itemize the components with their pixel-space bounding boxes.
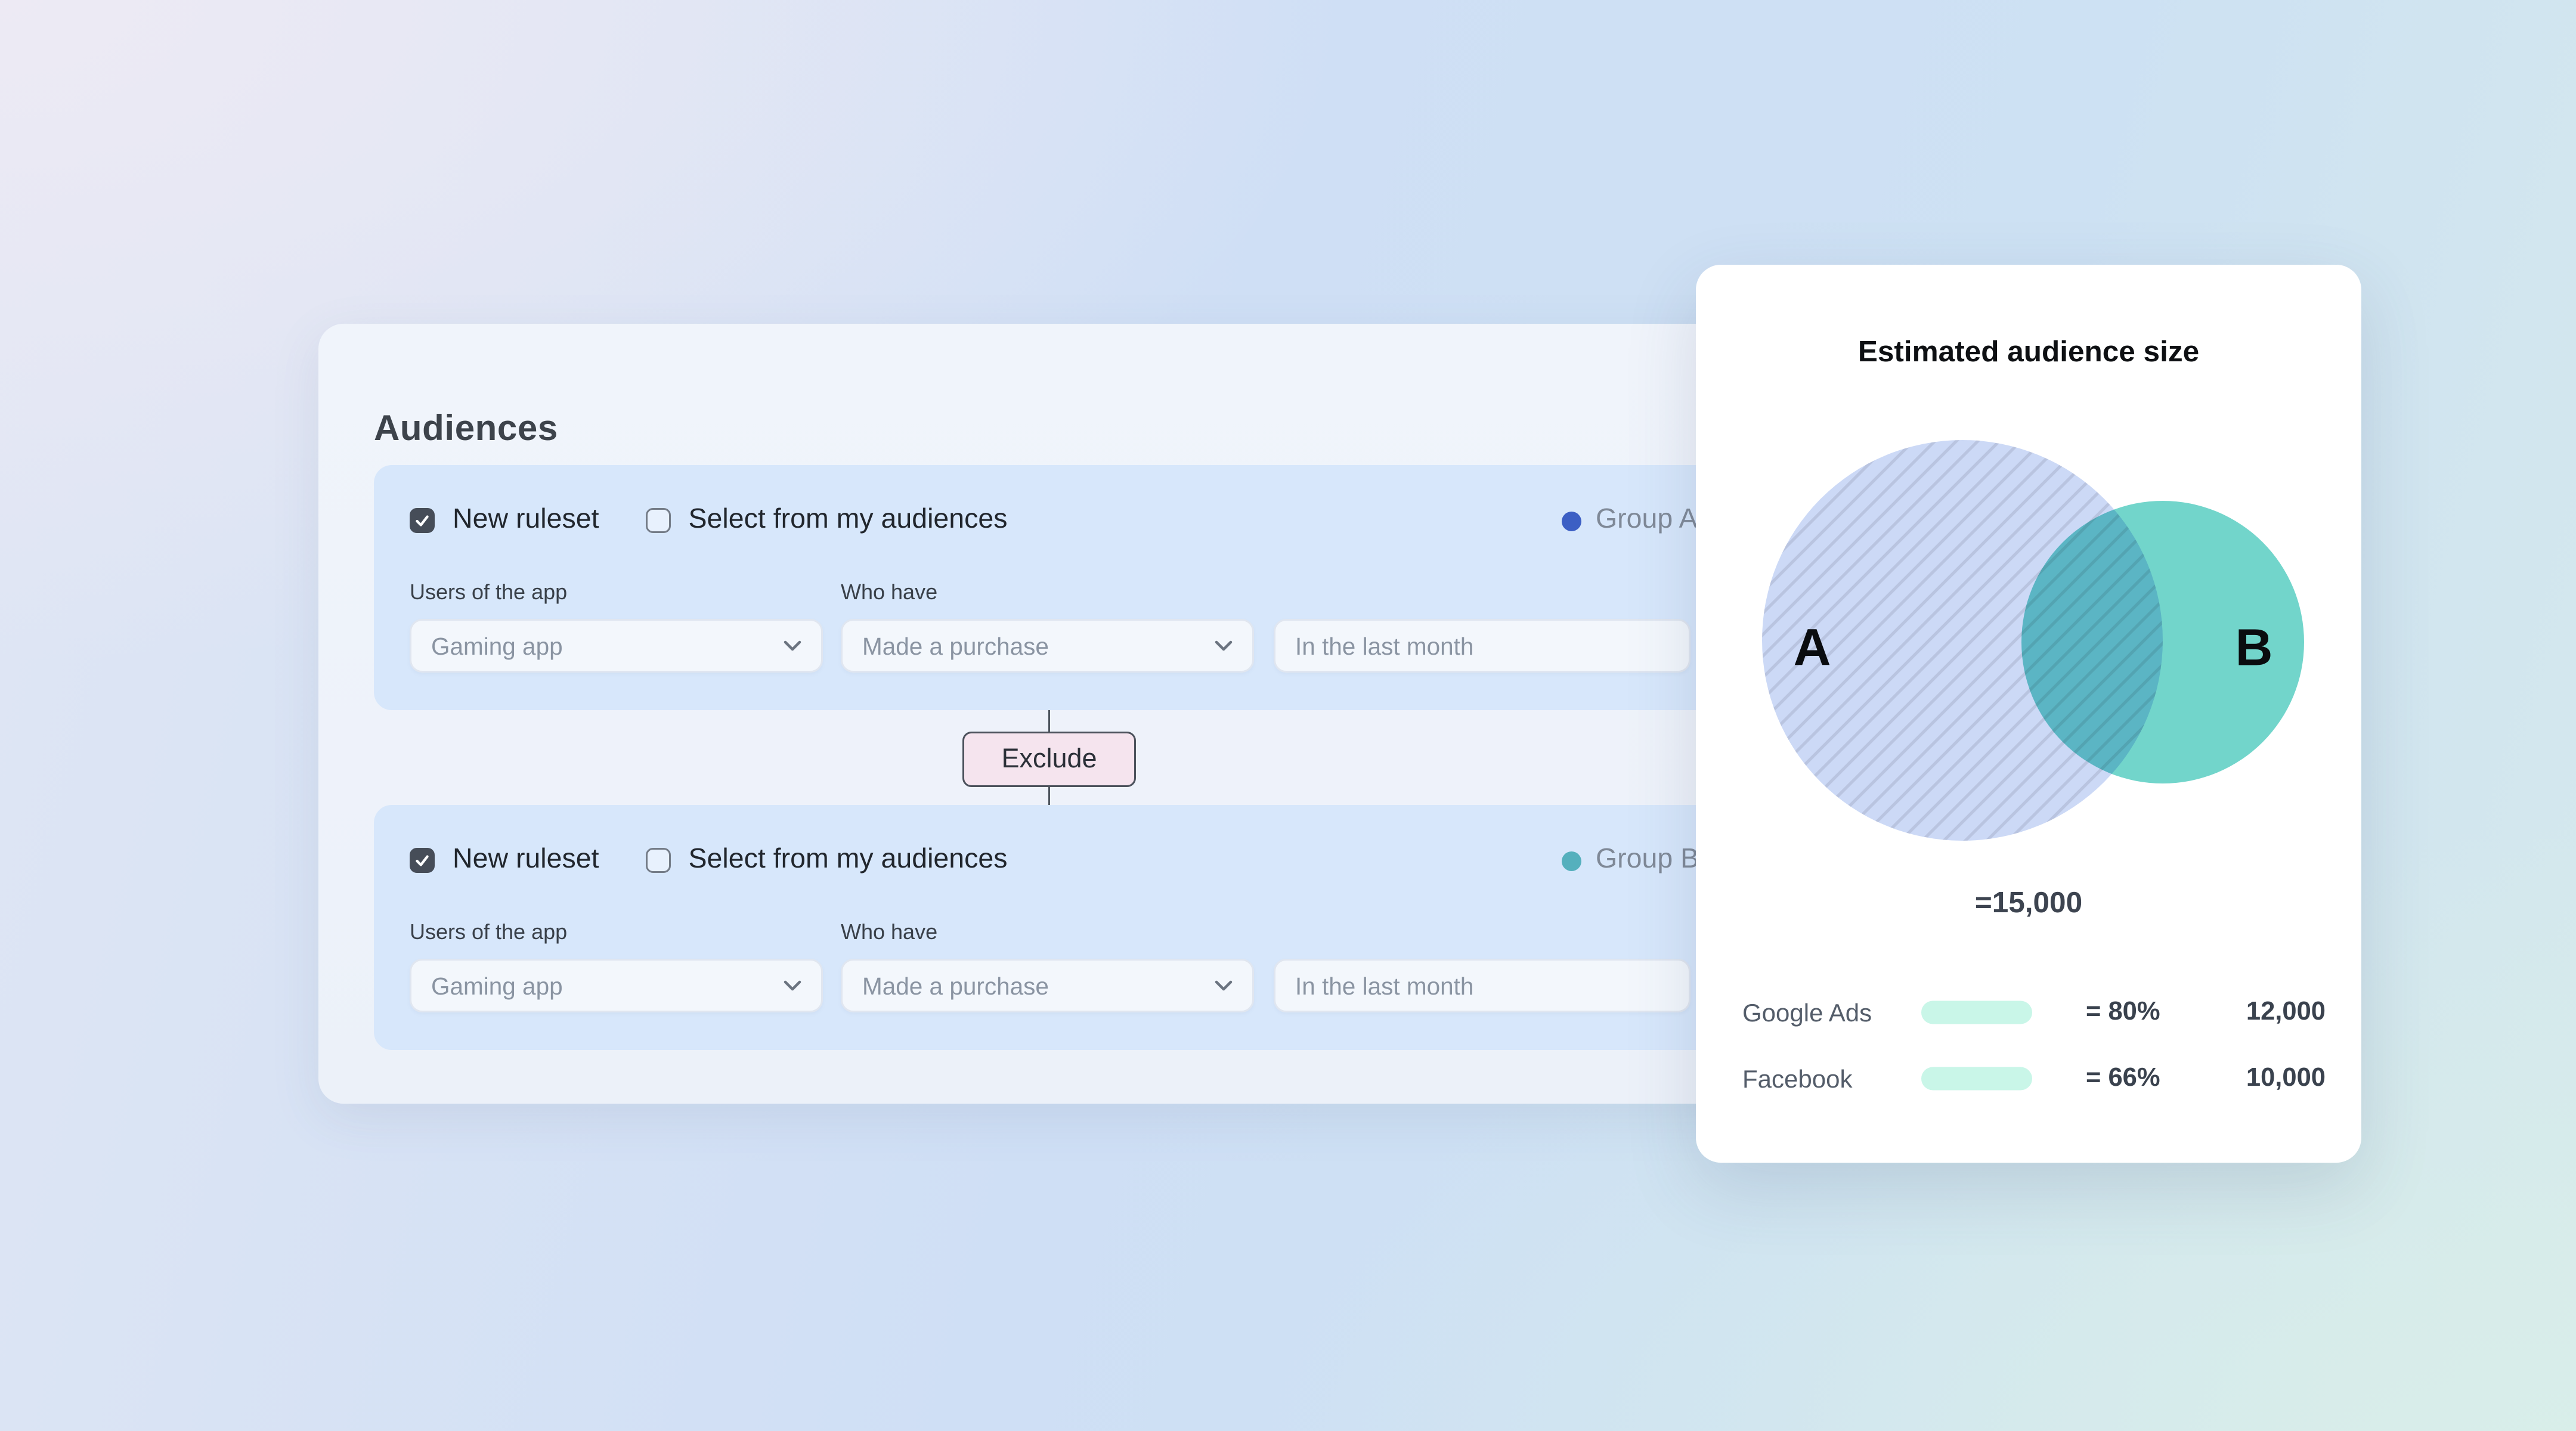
connector-line-top: [1048, 710, 1051, 733]
audiences-card: Audiences New ruleset Select from my aud…: [318, 324, 1750, 1104]
stat-value: 10,000: [2246, 1064, 2326, 1093]
new-ruleset-label: New ruleset: [453, 844, 599, 876]
ruleset-group-a: New ruleset Select from my audiences Gro…: [374, 465, 1733, 710]
stat-row-facebook: Facebook = 66% 10,000: [1696, 1061, 2361, 1097]
stat-label: Google Ads: [1742, 998, 1872, 1027]
event-select[interactable]: Made a purchase: [841, 959, 1254, 1012]
group-b-dot-icon: [1562, 851, 1581, 871]
group-b-badge: Group B: [1562, 848, 1699, 873]
page-background: Audiences New ruleset Select from my aud…: [0, 0, 2576, 1431]
new-ruleset-checkbox[interactable]: [410, 848, 435, 873]
chevron-down-icon: [784, 980, 801, 991]
ruleset-b-options-row: New ruleset Select from my audiences: [410, 844, 1008, 876]
stat-percent: = 66%: [2086, 1064, 2160, 1093]
app-select[interactable]: Gaming app: [410, 959, 823, 1012]
stat-percent: = 80%: [2086, 998, 2160, 1027]
venn-label-a: A: [1794, 619, 1831, 677]
group-b-label: Group B: [1596, 844, 1699, 876]
chevron-down-icon: [784, 640, 801, 651]
users-of-app-label: Users of the app: [410, 580, 567, 605]
new-ruleset-checkbox[interactable]: [410, 508, 435, 533]
event-select[interactable]: Made a purchase: [841, 619, 1254, 673]
stat-value: 12,000: [2246, 998, 2326, 1027]
chevron-down-icon: [1215, 640, 1233, 651]
timeframe-input[interactable]: [1295, 633, 1669, 659]
group-a-dot-icon: [1562, 511, 1581, 531]
estimate-card-title: Estimated audience size: [1696, 336, 2361, 370]
app-select[interactable]: Gaming app: [410, 619, 823, 673]
who-have-label: Who have: [841, 919, 937, 944]
stat-label: Facebook: [1742, 1064, 1852, 1093]
venn-label-b: B: [2236, 619, 2273, 677]
progress-bar: [1921, 1001, 2032, 1024]
page-title: Audiences: [374, 410, 558, 451]
chevron-down-icon: [1215, 980, 1233, 991]
group-a-label: Group A: [1596, 504, 1698, 537]
group-a-badge: Group A: [1562, 508, 1698, 533]
exclude-button[interactable]: Exclude: [962, 732, 1136, 787]
venn-diagram: A B: [1696, 411, 2361, 862]
estimated-audience-card: Estimated audience size A B =15,000 Goog…: [1696, 265, 2361, 1163]
timeframe-input-wrap: [1274, 959, 1690, 1012]
stat-row-google-ads: Google Ads = 80% 12,000: [1696, 995, 2361, 1030]
check-icon: [413, 512, 431, 529]
users-of-app-label: Users of the app: [410, 919, 567, 944]
select-from-audiences-label: Select from my audiences: [689, 844, 1008, 876]
select-from-audiences-checkbox[interactable]: [646, 848, 671, 873]
timeframe-input[interactable]: [1295, 972, 1669, 999]
connector-line-bottom: [1048, 787, 1051, 805]
check-icon: [413, 851, 431, 869]
who-have-label: Who have: [841, 580, 937, 605]
new-ruleset-label: New ruleset: [453, 504, 599, 537]
progress-bar: [1921, 1067, 2032, 1091]
select-from-audiences-label: Select from my audiences: [689, 504, 1008, 537]
timeframe-input-wrap: [1274, 619, 1690, 673]
ruleset-a-options-row: New ruleset Select from my audiences: [410, 504, 1008, 537]
ruleset-group-b: New ruleset Select from my audiences Gro…: [374, 805, 1733, 1050]
select-from-audiences-checkbox[interactable]: [646, 508, 671, 533]
estimated-total: =15,000: [1696, 887, 2361, 921]
venn-circles: [1762, 440, 2304, 841]
